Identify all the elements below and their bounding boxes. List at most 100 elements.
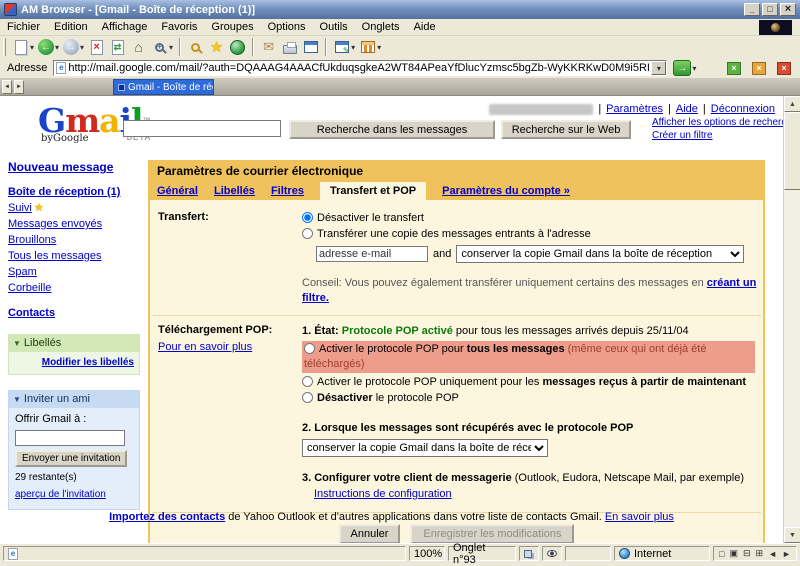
tab-scroll-right[interactable] [14,79,24,94]
import-contacts-link[interactable]: Importez des contacts [109,511,225,523]
tab-filters[interactable]: Filtres [271,185,304,200]
forward-button[interactable] [61,37,86,57]
document-icon [8,547,18,560]
go-button[interactable] [673,60,692,76]
close-button[interactable] [780,3,796,16]
address-input[interactable] [66,61,652,75]
menu-aide[interactable]: Aide [407,21,443,33]
search-options-link[interactable]: Afficher les options de recherche [652,117,797,128]
browser-tab-gmail[interactable]: Gmail - Boîte de réc... [113,79,214,95]
search-icon [191,42,201,52]
search-input[interactable] [123,120,281,137]
open-window-button[interactable] [300,37,321,57]
tab-labels[interactable]: Libellés [214,185,255,200]
sidebar-starred[interactable]: Suivi [8,202,32,214]
red-action-button[interactable] [777,61,791,75]
mail-button[interactable] [258,37,279,57]
scroll-up-button[interactable] [784,96,800,112]
forwarding-tip: Conseil: Vous pouvez également transfére… [302,277,704,289]
status-privacy-panel [542,546,562,561]
cancel-button[interactable]: Annuler [338,524,401,543]
forward-action-select[interactable]: conserver la copie Gmail dans la boîte d… [456,245,745,263]
pop-learn-more-link[interactable]: Pour en savoir plus [158,340,252,354]
tab-layout-button[interactable] [357,37,383,57]
labels-box-header[interactable]: Libellés [9,335,139,352]
restore-button[interactable] [762,3,778,16]
help-link[interactable]: Aide [676,103,698,115]
toolbar-grip[interactable] [3,38,6,56]
pop-from-now-radio[interactable] [302,376,313,387]
sidebar-inbox[interactable]: Boîte de réception (1) [8,186,120,198]
tab-account-settings[interactable]: Paramètres du compte » [442,185,570,200]
create-filter-link[interactable]: Créer un filtre [652,130,713,141]
tabs-icon [360,41,375,53]
zone-label: Internet [634,547,672,560]
invite-email-input[interactable] [15,430,125,446]
tab-forwarding-pop[interactable]: Transfert et POP [319,182,427,200]
print-button[interactable] [279,37,300,57]
configuration-instructions-link[interactable]: Instructions de configuration [314,488,452,500]
back-button[interactable] [36,37,61,57]
sidebar-spam[interactable]: Spam [8,266,37,278]
pop-radio2-bold: messages reçus à partir de maintenant [542,376,747,388]
address-dropdown-arrow[interactable] [651,61,667,75]
layout-cascade-icon[interactable] [729,548,738,559]
tab-scroll-left[interactable] [2,79,12,94]
menu-onglets[interactable]: Onglets [355,21,407,33]
layout-horizontal-icon[interactable] [743,548,751,559]
go-dropdown-arrow[interactable] [691,62,696,74]
refresh-button[interactable] [107,37,128,57]
forward-email-input[interactable] [316,246,428,262]
sidebar-sent[interactable]: Messages envoyés [8,218,102,230]
pop-all-messages-radio[interactable] [304,343,315,354]
menu-favoris[interactable]: Favoris [154,21,204,33]
settings-link[interactable]: Paramètres [606,103,663,115]
menu-affichage[interactable]: Affichage [95,21,155,33]
pop-when-select[interactable]: conserver la copie Gmail dans la boîte d… [302,439,548,457]
new-page-button[interactable] [10,37,36,57]
menu-options[interactable]: Options [261,21,313,33]
vertical-scrollbar[interactable] [783,96,800,543]
new-page-icon [14,39,27,55]
layout-single-icon[interactable] [719,549,724,559]
layout-prev-icon[interactable] [768,549,777,559]
search-web-button[interactable]: Recherche sur le Web [501,120,631,139]
sidebar-drafts[interactable]: Brouillons [8,234,56,246]
edit-button[interactable] [331,37,357,57]
save-changes-button[interactable]: Enregistrer les modifications [410,524,575,543]
zoom-button[interactable] [149,37,175,57]
account-links: | Paramètres | Aide | Déconnexion [489,103,775,115]
forwarding-disable-radio[interactable] [302,212,313,223]
search-messages-button[interactable]: Recherche dans les messages [289,120,495,139]
search-button[interactable] [185,37,206,57]
layout-vertical-icon[interactable] [756,548,764,559]
learn-more-link[interactable]: En savoir plus [605,511,674,523]
menu-groupes[interactable]: Groupes [204,21,260,33]
sidebar-all-mail[interactable]: Tous les messages [8,250,102,262]
favorites-button[interactable] [206,37,227,57]
menu-edition[interactable]: Edition [47,21,95,33]
edit-labels-link[interactable]: Modifier les libellés [42,357,134,368]
tab-general[interactable]: Général [157,185,198,200]
menu-fichier[interactable]: Fichier [0,21,47,33]
minimize-button[interactable] [744,3,760,16]
stop-button[interactable] [86,37,107,57]
sidebar-trash[interactable]: Corbeille [8,282,51,294]
menu-outils[interactable]: Outils [313,21,355,33]
invite-box-header[interactable]: Inviter un ami [9,391,139,408]
separator: | [702,103,706,115]
layout-next-icon[interactable] [782,549,791,559]
sidebar-compose[interactable]: Nouveau message [8,160,113,174]
history-button[interactable] [227,37,248,57]
scroll-down-button[interactable] [784,527,800,543]
signout-link[interactable]: Déconnexion [711,103,775,115]
pop-disable-radio[interactable] [302,392,313,403]
invitation-preview-link[interactable]: aperçu de l'invitation [15,489,106,500]
home-button[interactable] [128,37,149,57]
yellow-action-button[interactable] [752,61,766,75]
forwarding-enable-radio[interactable] [302,228,313,239]
green-action-button[interactable] [727,61,741,75]
scrollbar-thumb[interactable] [784,112,800,190]
sidebar-contacts[interactable]: Contacts [8,307,55,319]
send-invitation-button[interactable]: Envoyer une invitation [15,450,128,467]
